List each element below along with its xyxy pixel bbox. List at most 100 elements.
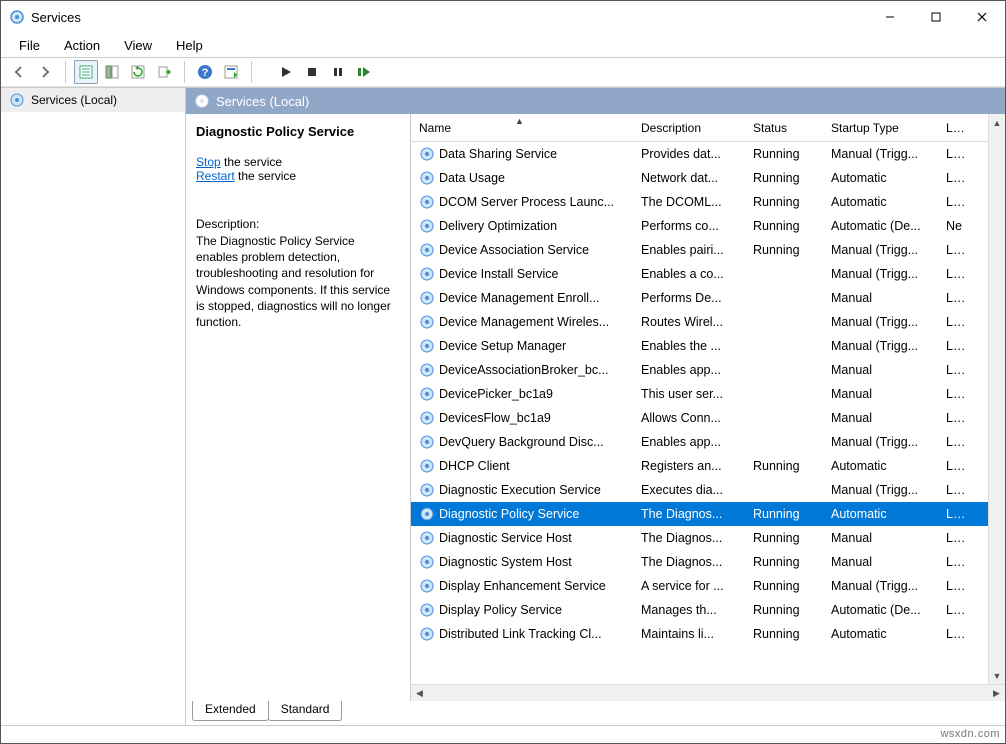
service-row[interactable]: Diagnostic System HostThe Diagnos...Runn… bbox=[411, 550, 1005, 574]
service-name: Data Sharing Service bbox=[439, 147, 557, 161]
action-stop-line: Stop the service bbox=[196, 155, 398, 169]
properties-sheet-button[interactable] bbox=[219, 60, 243, 84]
service-row[interactable]: Device Install ServiceEnables a co...Man… bbox=[411, 262, 1005, 286]
minimize-button[interactable] bbox=[867, 1, 913, 33]
tab-extended[interactable]: Extended bbox=[192, 701, 269, 721]
service-row[interactable]: DevicesFlow_bc1a9Allows Conn...ManualLoc bbox=[411, 406, 1005, 430]
service-name: Diagnostic System Host bbox=[439, 555, 572, 569]
service-startup-type: Manual (Trigg... bbox=[823, 315, 938, 329]
start-service-button[interactable] bbox=[274, 60, 298, 84]
pause-service-button[interactable] bbox=[326, 60, 350, 84]
forward-button[interactable] bbox=[33, 60, 57, 84]
service-row[interactable]: Data Sharing ServiceProvides dat...Runni… bbox=[411, 142, 1005, 166]
service-startup-type: Manual (Trigg... bbox=[823, 435, 938, 449]
service-row[interactable]: DHCP ClientRegisters an...RunningAutomat… bbox=[411, 454, 1005, 478]
service-row[interactable]: Display Policy ServiceManages th...Runni… bbox=[411, 598, 1005, 622]
service-startup-type: Automatic bbox=[823, 627, 938, 641]
services-icon bbox=[9, 9, 25, 25]
service-row[interactable]: Device Management Enroll...Performs De..… bbox=[411, 286, 1005, 310]
service-row[interactable]: Diagnostic Policy ServiceThe Diagnos...R… bbox=[411, 502, 1005, 526]
menu-action[interactable]: Action bbox=[54, 36, 110, 55]
service-logon: Loc bbox=[938, 171, 973, 185]
service-startup-type: Manual bbox=[823, 387, 938, 401]
stop-link[interactable]: Stop bbox=[196, 155, 221, 169]
menu-help[interactable]: Help bbox=[166, 36, 213, 55]
service-name: Delivery Optimization bbox=[439, 219, 557, 233]
scroll-right-icon[interactable]: ▶ bbox=[988, 685, 1005, 701]
gear-icon bbox=[419, 338, 435, 354]
restart-link[interactable]: Restart bbox=[196, 169, 235, 183]
service-row[interactable]: Delivery OptimizationPerforms co...Runni… bbox=[411, 214, 1005, 238]
service-name: Device Install Service bbox=[439, 267, 559, 281]
service-row[interactable]: Diagnostic Service HostThe Diagnos...Run… bbox=[411, 526, 1005, 550]
service-name: Device Setup Manager bbox=[439, 339, 566, 353]
service-row[interactable]: DeviceAssociationBroker_bc...Enables app… bbox=[411, 358, 1005, 382]
stop-service-button[interactable] bbox=[300, 60, 324, 84]
service-row[interactable]: Display Enhancement ServiceA service for… bbox=[411, 574, 1005, 598]
service-row[interactable]: Device Management Wireles...Routes Wirel… bbox=[411, 310, 1005, 334]
service-name: DeviceAssociationBroker_bc... bbox=[439, 363, 609, 377]
close-button[interactable] bbox=[959, 1, 1005, 33]
horizontal-scrollbar[interactable]: ◀ ▶ bbox=[411, 684, 1005, 701]
help-button[interactable]: ? bbox=[193, 60, 217, 84]
service-name: DevicePicker_bc1a9 bbox=[439, 387, 553, 401]
titlebar: Services bbox=[1, 1, 1005, 33]
properties-button[interactable] bbox=[74, 60, 98, 84]
service-startup-type: Automatic (De... bbox=[823, 603, 938, 617]
service-description: The DCOML... bbox=[633, 195, 745, 209]
column-headers: ▲ Name Description Status Startup Type L… bbox=[411, 114, 1005, 142]
service-logon: Loc bbox=[938, 483, 973, 497]
maximize-button[interactable] bbox=[913, 1, 959, 33]
show-tree-button[interactable] bbox=[100, 60, 124, 84]
service-name: Display Policy Service bbox=[439, 603, 562, 617]
service-row[interactable]: DCOM Server Process Launc...The DCOML...… bbox=[411, 190, 1005, 214]
vertical-scrollbar[interactable]: ▲ bbox=[988, 114, 1005, 142]
vertical-scrollbar[interactable]: ▼ bbox=[988, 142, 1005, 684]
gear-icon bbox=[194, 93, 210, 109]
service-description: Enables a co... bbox=[633, 267, 745, 281]
service-row[interactable]: Data UsageNetwork dat...RunningAutomatic… bbox=[411, 166, 1005, 190]
service-status: Running bbox=[745, 531, 823, 545]
service-row[interactable]: DevicePicker_bc1a9This user ser...Manual… bbox=[411, 382, 1005, 406]
service-row[interactable]: Device Setup Manager Enables the ... Manua… bbox=[411, 334, 1005, 358]
service-name: Display Enhancement Service bbox=[439, 579, 606, 593]
service-row[interactable]: Device Association ServiceEnables pairi.… bbox=[411, 238, 1005, 262]
service-status: Running bbox=[745, 579, 823, 593]
statusbar bbox=[1, 725, 1005, 743]
view-header-title: Services (Local) bbox=[216, 94, 309, 109]
tree-item-services-local[interactable]: Services (Local) bbox=[1, 88, 185, 112]
export-button[interactable] bbox=[152, 60, 176, 84]
svg-text:?: ? bbox=[202, 67, 209, 79]
service-startup-type: Manual (Trigg... bbox=[823, 339, 938, 353]
refresh-button[interactable] bbox=[126, 60, 150, 84]
gear-icon bbox=[419, 146, 435, 162]
restart-service-button[interactable] bbox=[352, 60, 376, 84]
scroll-down-icon[interactable]: ▼ bbox=[989, 667, 1005, 684]
scroll-up-icon[interactable]: ▲ bbox=[989, 114, 1005, 131]
gear-icon bbox=[419, 194, 435, 210]
back-button[interactable] bbox=[7, 60, 31, 84]
menu-view[interactable]: View bbox=[114, 36, 162, 55]
column-status[interactable]: Status bbox=[745, 121, 823, 135]
column-description[interactable]: Description bbox=[633, 121, 745, 135]
watermark: wsxdn.com bbox=[940, 728, 1000, 740]
menu-file[interactable]: File bbox=[9, 36, 50, 55]
services-window: Services File Action View Help ? bbox=[0, 0, 1006, 744]
service-name: DHCP Client bbox=[439, 459, 510, 473]
service-description: Enables the ... bbox=[633, 339, 745, 353]
column-logon[interactable]: Log bbox=[938, 121, 973, 135]
service-name: Data Usage bbox=[439, 171, 505, 185]
service-row[interactable]: Distributed Link Tracking Cl...Maintains… bbox=[411, 622, 1005, 646]
tab-standard[interactable]: Standard bbox=[268, 701, 343, 721]
service-row[interactable]: DevQuery Background Disc...Enables app..… bbox=[411, 430, 1005, 454]
service-description: Enables app... bbox=[633, 435, 745, 449]
main-area: Services (Local) Services (Local) Diagno… bbox=[1, 87, 1005, 725]
scroll-left-icon[interactable]: ◀ bbox=[411, 685, 428, 701]
service-logon: Loc bbox=[938, 387, 973, 401]
selected-service-name: Diagnostic Policy Service bbox=[196, 124, 398, 139]
column-startup-type[interactable]: Startup Type bbox=[823, 121, 938, 135]
service-logon: Loc bbox=[938, 243, 973, 257]
service-name: Device Association Service bbox=[439, 243, 589, 257]
service-logon: Loc bbox=[938, 531, 973, 545]
service-row[interactable]: Diagnostic Execution ServiceExecutes dia… bbox=[411, 478, 1005, 502]
